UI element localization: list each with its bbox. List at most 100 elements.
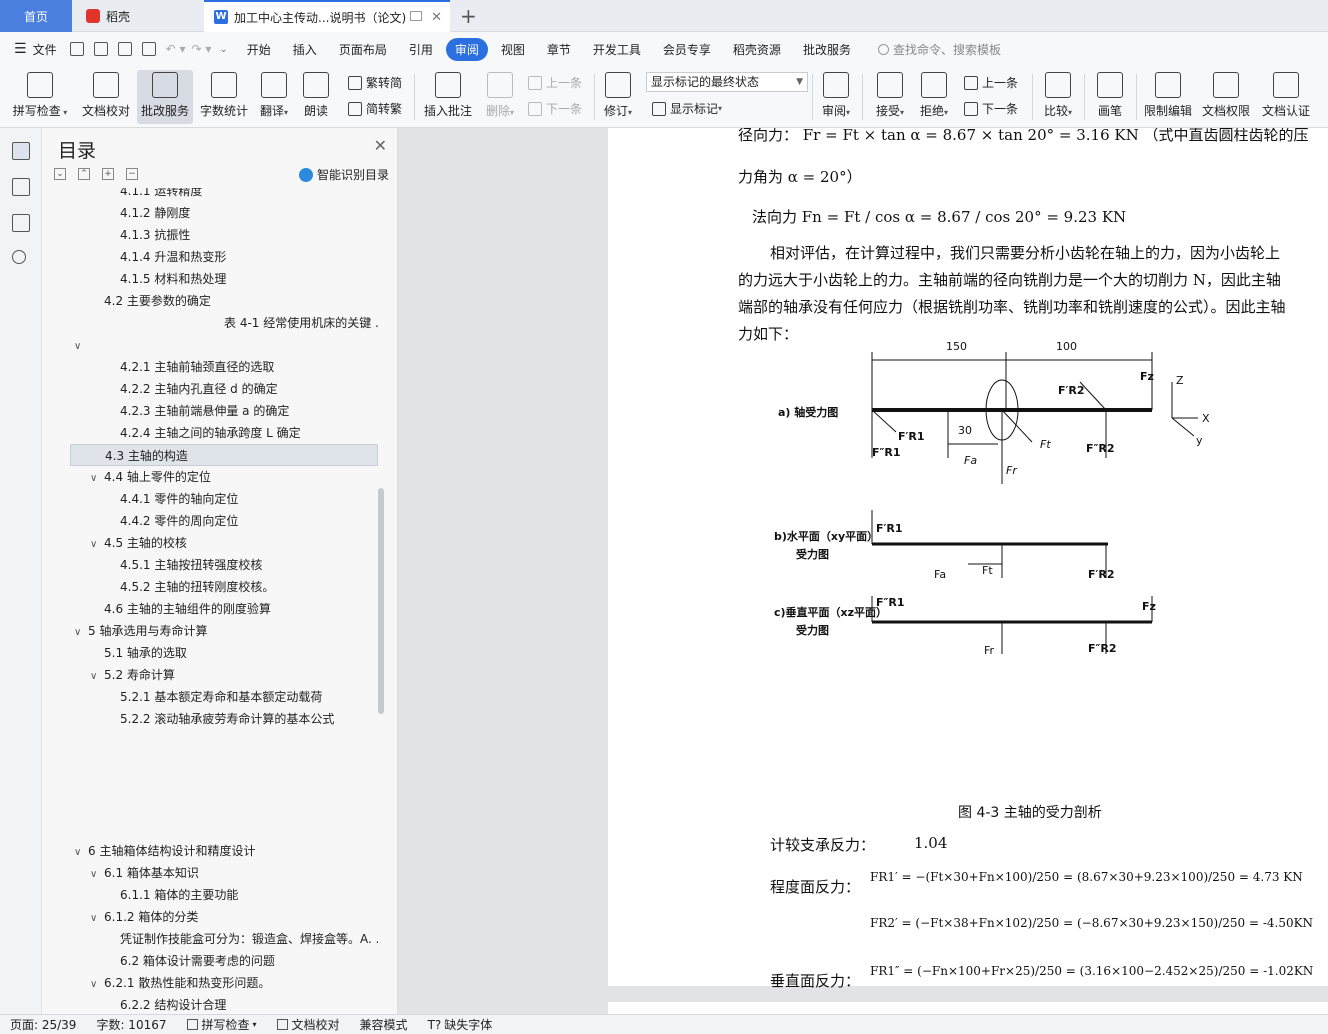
collapse-all-icon[interactable]: ⌄ bbox=[54, 168, 66, 180]
menu-item[interactable]: 开发工具 bbox=[584, 38, 650, 61]
toc-item[interactable]: 4.3 主轴的构造 bbox=[70, 444, 378, 466]
search-icon[interactable] bbox=[12, 250, 26, 264]
restrict-editing-button[interactable]: 限制编辑 bbox=[1140, 70, 1196, 124]
toc-item[interactable]: 5.1 轴承的选取 bbox=[70, 642, 378, 664]
prev-change-button[interactable]: 上一条 bbox=[964, 74, 1018, 91]
toc-item[interactable]: ∨ 6.2.1 散热性能和热变形问题。 bbox=[70, 972, 378, 994]
status-spell-check[interactable]: 拼写检查 ▾ bbox=[186, 1016, 257, 1033]
toc-item[interactable]: 表 4-1 经常使用机床的关键 ... bbox=[70, 312, 378, 334]
menu-item[interactable]: 引用 bbox=[400, 38, 442, 61]
toc-item[interactable]: 4.5.2 主轴的扭转刚度校核。 bbox=[70, 576, 378, 598]
toc-item[interactable]: 4.1.3 抗振性 bbox=[70, 224, 378, 246]
show-markup-button[interactable]: 显示标记 ▾ bbox=[652, 100, 722, 117]
accept-button[interactable]: 接受▾ bbox=[870, 70, 910, 124]
toc-item[interactable] bbox=[70, 774, 378, 796]
toc-item[interactable]: ∨ bbox=[70, 334, 378, 356]
toc-item[interactable]: 5.2.1 基本额定寿命和基本额定动载荷 bbox=[70, 686, 378, 708]
tab-close-icon[interactable]: ✕ bbox=[431, 10, 442, 25]
chevron-down-icon[interactable]: ∨ bbox=[90, 864, 104, 884]
toc-item[interactable]: 4.2 主要参数的确定 bbox=[70, 290, 378, 312]
print-preview-icon[interactable] bbox=[141, 42, 156, 56]
close-icon[interactable]: ✕ bbox=[374, 136, 387, 155]
prev-comment-button[interactable]: 上一条 bbox=[528, 74, 582, 91]
toc-item[interactable]: ∨ 6.1.2 箱体的分类 bbox=[70, 906, 378, 928]
chapter-nav-icon[interactable] bbox=[12, 178, 30, 196]
toc-item[interactable]: 4.2.2 主轴内孔直径 d 的确定 bbox=[70, 378, 378, 400]
simp-to-trad-button[interactable]: 简转繁 bbox=[348, 100, 402, 117]
menu-item[interactable]: 视图 bbox=[492, 38, 534, 61]
trad-to-simp-button[interactable]: 繁转简 bbox=[348, 74, 402, 91]
toc-item[interactable] bbox=[70, 730, 378, 752]
doc-auth-button[interactable]: 文档认证 bbox=[1258, 70, 1314, 124]
toc-item[interactable] bbox=[70, 796, 378, 818]
next-page[interactable] bbox=[608, 1002, 1328, 1014]
reject-button[interactable]: 拒绝▾ bbox=[914, 70, 954, 124]
toc-item[interactable]: 4.1.4 升温和热变形 bbox=[70, 246, 378, 268]
expand-up-icon[interactable]: ⌃ bbox=[78, 168, 90, 180]
status-proofread[interactable]: 文档校对 bbox=[276, 1016, 340, 1033]
delete-comment-button[interactable]: 删除▾ bbox=[480, 70, 520, 124]
read-aloud-button[interactable]: 朗读 bbox=[298, 70, 334, 124]
menu-item[interactable]: 会员专享 bbox=[654, 38, 720, 61]
toc-item[interactable]: 4.6 主轴的主轴组件的刚度验算 bbox=[70, 598, 378, 620]
menu-item[interactable]: 批改服务 bbox=[794, 38, 860, 61]
proofread-button[interactable]: 文档校对 bbox=[78, 70, 134, 124]
export-icon[interactable] bbox=[93, 42, 108, 56]
spell-check-button[interactable]: 拼写检查 ▾ bbox=[8, 70, 72, 124]
toc-panel-icon[interactable] bbox=[12, 142, 30, 160]
missing-font[interactable]: T? 缺失字体 bbox=[428, 1016, 493, 1033]
tab-document[interactable]: W 加工中心主传动...说明书（论文) ✕ bbox=[204, 0, 450, 32]
next-comment-button[interactable]: 下一条 bbox=[528, 100, 582, 117]
toc-item[interactable]: ∨ 5 轴承选用与寿命计算 bbox=[70, 620, 378, 642]
chevron-down-icon[interactable]: ∨ bbox=[90, 534, 104, 554]
hamburger-icon[interactable]: ☰ bbox=[14, 41, 27, 57]
command-search[interactable]: 查找命令、搜索模板 bbox=[877, 41, 1001, 58]
markup-state-select[interactable]: 显示标记的最终状态 ▼ bbox=[646, 72, 808, 92]
toc-item[interactable]: 4.4.2 零件的周向定位 bbox=[70, 510, 378, 532]
menu-item[interactable]: 页面布局 bbox=[330, 38, 396, 61]
toc-item[interactable]: 6.1.1 箱体的主要功能 bbox=[70, 884, 378, 906]
add-heading-icon[interactable]: + bbox=[102, 168, 114, 180]
chevron-down-icon[interactable]: ∨ bbox=[74, 336, 88, 356]
toc-item[interactable]: 4.2.4 主轴之间的轴承跨度 L 确定 bbox=[70, 422, 378, 444]
toc-item[interactable]: ∨ 4.5 主轴的校核 bbox=[70, 532, 378, 554]
toc-item[interactable]: 4.2.3 主轴前端悬伸量 a 的确定 bbox=[70, 400, 378, 422]
toc-item[interactable]: 4.4.1 零件的轴向定位 bbox=[70, 488, 378, 510]
tab-home[interactable]: 首页 bbox=[0, 0, 72, 32]
doc-permission-button[interactable]: 文档权限 bbox=[1198, 70, 1254, 124]
tab-restore-icon[interactable] bbox=[410, 11, 422, 21]
bookmark-icon[interactable] bbox=[12, 214, 30, 232]
print-icon[interactable] bbox=[117, 42, 132, 56]
toc-item[interactable]: ∨ 6 主轴箱体结构设计和精度设计 bbox=[70, 840, 378, 862]
toc-item[interactable] bbox=[70, 752, 378, 774]
toc-item[interactable]: ∨ 6.1 箱体基本知识 bbox=[70, 862, 378, 884]
menu-item[interactable]: 插入 bbox=[284, 38, 326, 61]
tab-daoke[interactable]: 稻壳 bbox=[76, 0, 200, 32]
quick-access-more-icon[interactable]: ⌄ bbox=[219, 44, 227, 55]
document-page[interactable]: 径向力： Fr = Ft × tan α = 8.67 × tan 20° = … bbox=[608, 128, 1328, 1014]
chevron-down-icon[interactable]: ∨ bbox=[74, 622, 88, 642]
toc-item[interactable]: 4.1.2 静刚度 bbox=[70, 202, 378, 224]
insert-comment-button[interactable]: 插入批注 bbox=[420, 70, 476, 124]
redo-icon[interactable]: ↷ ▾ bbox=[191, 42, 211, 56]
chevron-down-icon[interactable]: ∨ bbox=[90, 908, 104, 928]
menu-item[interactable]: 审阅 bbox=[445, 37, 488, 61]
toc-item[interactable]: ∨ 4.4 轴上零件的定位 bbox=[70, 466, 378, 488]
toc-item[interactable] bbox=[70, 818, 378, 840]
menu-item[interactable]: 开始 bbox=[238, 38, 280, 61]
word-count-indicator[interactable]: 字数: 10167 bbox=[96, 1016, 166, 1033]
chevron-down-icon[interactable]: ∨ bbox=[90, 666, 104, 686]
menu-file[interactable]: 文件 bbox=[33, 38, 66, 61]
smart-toc-button[interactable]: 智能识别目录 bbox=[298, 166, 389, 183]
track-changes-button[interactable]: 修订▾ bbox=[600, 70, 636, 124]
toc-item[interactable]: ∨ 5.2 寿命计算 bbox=[70, 664, 378, 686]
review-pane-button[interactable]: 审阅▾ bbox=[816, 70, 856, 124]
new-tab-plus-icon[interactable]: + bbox=[460, 4, 477, 28]
toc-item[interactable]: 4.1.5 材料和热处理 bbox=[70, 268, 378, 290]
remove-heading-icon[interactable]: − bbox=[126, 168, 138, 180]
toc-item[interactable]: 4.2.1 主轴前轴颈直径的选取 bbox=[70, 356, 378, 378]
save-icon[interactable] bbox=[69, 42, 84, 56]
chevron-down-icon[interactable]: ∨ bbox=[90, 974, 104, 994]
chevron-down-icon[interactable]: ∨ bbox=[90, 468, 104, 488]
chevron-down-icon[interactable]: ∨ bbox=[74, 842, 88, 862]
